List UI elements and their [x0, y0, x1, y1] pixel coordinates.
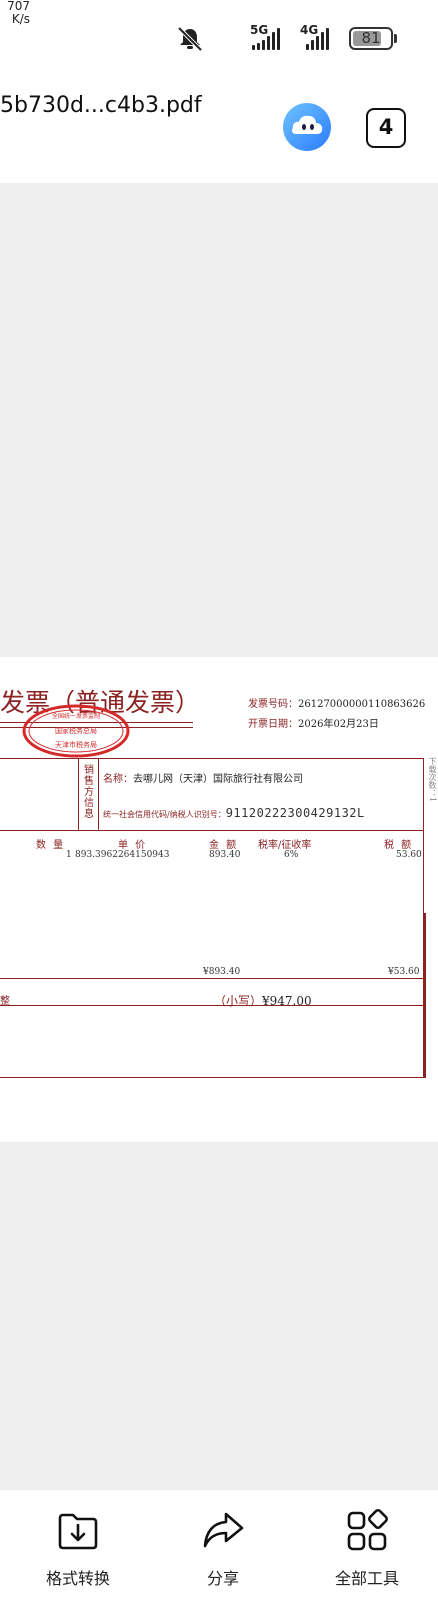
signal-4g-icon — [306, 28, 329, 50]
all-tools-label: 全部工具 — [334, 1569, 399, 1588]
format-convert-button[interactable]: 格式转换 — [18, 1508, 138, 1589]
seller-name-label: 名称： — [103, 774, 133, 785]
seller-tax-id-value: 91120222300429132L — [225, 806, 365, 820]
format-convert-label: 格式转换 — [45, 1569, 110, 1588]
sum-amount: ¥893.40 — [203, 967, 241, 977]
share-icon — [203, 1512, 244, 1548]
total-capital-label: 整 — [0, 996, 10, 1007]
issue-date: 开票日期：2026年02月23日 — [248, 715, 379, 730]
issue-date-value: 2026年02月23日 — [298, 719, 379, 730]
official-seal-icon: 全国统一发票监制 国家税务总局 天津市税务局 — [22, 704, 130, 758]
sum-tax: ¥53.60 — [388, 967, 420, 977]
tab-switcher-button[interactable]: 4 — [366, 108, 406, 148]
battery-indicator: 81 — [349, 27, 393, 50]
table-divider — [0, 830, 424, 831]
table-edge — [424, 913, 426, 1078]
row-tax-rate: 6% — [284, 850, 299, 860]
row-unit-price: 893.3962264150943 — [75, 850, 170, 860]
seller-tax-id: 统一社会信用代码/纳税人识别号：91120222300429132L — [103, 806, 365, 820]
invoice-number: 发票号码：26127000000110863626 — [248, 695, 425, 710]
cloud-assistant-button[interactable] — [283, 103, 331, 151]
seller-section-label: 销售方信息 — [84, 765, 94, 820]
share-label: 分享 — [206, 1569, 239, 1588]
pdf-page[interactable]: 发票（普通发票） 全国统一发票监制 国家税务总局 天津市税务局 发票号码：261… — [0, 657, 438, 1142]
battery-tip — [394, 34, 397, 43]
table-divider — [98, 758, 99, 830]
table-divider — [0, 1005, 424, 1006]
seller-tax-id-label: 统一社会信用代码/纳税人识别号： — [103, 810, 226, 819]
row-quantity: 1 — [66, 850, 72, 860]
row-tax: 53.60 — [396, 850, 422, 860]
column-header-tax: 税 额 — [384, 840, 414, 851]
table-divider — [78, 758, 79, 830]
speed-unit: K/s — [11, 12, 30, 26]
cloud-icon — [283, 103, 331, 151]
seal-text-3: 天津市税务局 — [55, 740, 97, 749]
row-amount: 893.40 — [209, 850, 241, 860]
pdf-viewer[interactable]: 发票（普通发票） 全国统一发票监制 国家税务总局 天津市税务局 发票号码：261… — [0, 183, 438, 1490]
signal-5g-icon — [252, 28, 280, 50]
network-speed: 707 K/s — [0, 0, 30, 26]
seller-name: 名称：去哪儿网（天津）国际旅行社有限公司 — [103, 770, 303, 785]
total-small-value: ¥947.00 — [262, 994, 312, 1008]
issue-date-label: 开票日期： — [248, 719, 298, 730]
bell-muted-icon — [177, 26, 203, 52]
all-tools-button[interactable]: 全部工具 — [307, 1508, 427, 1589]
column-header-tax-rate: 税率/征收率 — [258, 840, 312, 851]
download-count-note: 下载次数：1 — [428, 757, 437, 803]
folder-download-icon — [58, 1513, 98, 1550]
total-small-label: （小写） — [214, 994, 263, 1008]
table-divider — [0, 978, 424, 979]
column-header-unit-price: 单 价 — [118, 840, 148, 851]
seal-text-1: 全国统一发票监制 — [52, 712, 100, 720]
status-bar: 707 K/s 5G 4G 81 — [0, 0, 438, 78]
seal-text-2: 国家税务总局 — [55, 726, 97, 735]
total-small: （小写）¥947.00 — [214, 992, 312, 1009]
invoice-number-label: 发票号码： — [248, 699, 298, 710]
file-name[interactable]: 5b730d...c4b3.pdf — [0, 93, 202, 118]
share-button[interactable]: 分享 — [163, 1508, 283, 1589]
column-header-amount: 金 额 — [209, 840, 239, 851]
battery-level: 81 — [361, 29, 381, 47]
apps-grid-icon — [347, 1509, 388, 1551]
seller-name-value: 去哪儿网（天津）国际旅行社有限公司 — [133, 774, 303, 785]
bottom-toolbar: 格式转换 分享 全部工具 — [0, 1490, 438, 1605]
column-header-quantity: 数 量 — [36, 840, 66, 851]
invoice-number-value: 26127000000110863626 — [298, 699, 426, 710]
